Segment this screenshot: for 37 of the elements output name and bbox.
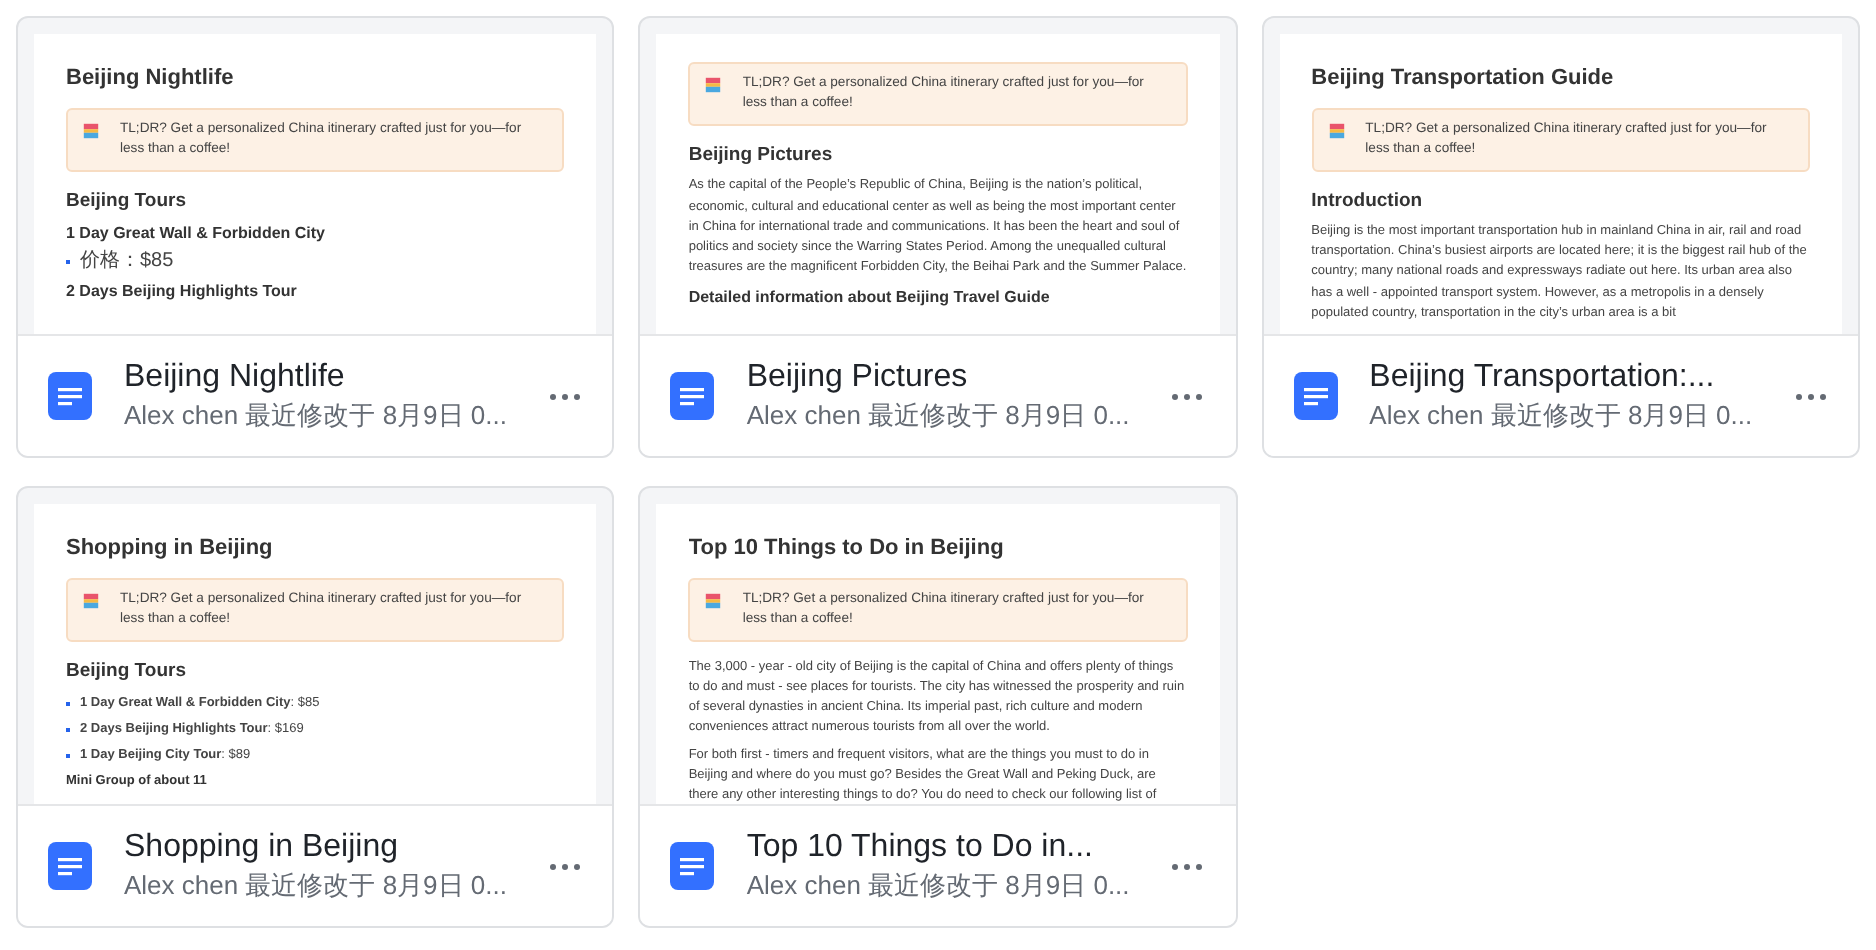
colorful-icon — [1327, 121, 1346, 139]
document-icon — [48, 372, 92, 420]
document-title: Beijing Nightlife — [124, 358, 347, 398]
section-heading: Beijing Pictures — [688, 142, 835, 170]
colorful-icon — [82, 121, 100, 139]
document-meta: Alex chen 最近修改于 8月9日 0... — [124, 868, 509, 904]
subheading: 1 Day Great Wall & Forbidden City — [66, 221, 328, 246]
document-title: Beijing Pictures — [746, 358, 970, 398]
document-title: Beijing Transportation:... — [1369, 358, 1717, 398]
section-heading: Beijing Tours — [66, 657, 188, 685]
document-icon — [670, 842, 715, 890]
section-heading: Beijing Tours — [66, 187, 188, 215]
document-card[interactable] — [638, 16, 1238, 458]
document-title: Shopping in Beijing — [124, 828, 400, 868]
document-card[interactable] — [16, 486, 615, 928]
list-item: 价格：$85 — [80, 249, 174, 274]
document-card[interactable] — [638, 486, 1238, 928]
document-title: Shopping in Beijing — [66, 534, 275, 564]
document-icon — [48, 842, 92, 890]
document-meta: Alex chen 最近修改于 8月9日 0... — [124, 398, 509, 434]
colorful-icon — [704, 76, 723, 94]
document-meta: Alex chen 最近修改于 8月9日 0... — [746, 868, 1132, 904]
document-title: Top 10 Things to Do in Beijing — [688, 534, 1006, 564]
document-meta: Alex chen 最近修改于 8月9日 0... — [1369, 398, 1755, 434]
document-icon — [670, 372, 715, 420]
document-card[interactable] — [1261, 16, 1860, 458]
document-title: Beijing Nightlife — [66, 64, 236, 94]
document-meta: Alex chen 最近修改于 8月9日 0... — [746, 398, 1132, 434]
document-title: Top 10 Things to Do in... — [746, 828, 1095, 868]
colorful-icon — [82, 591, 100, 609]
subheading: 2 Days Beijing Highlights Tour — [66, 279, 299, 304]
subheading: Detailed information about Beijing Travel Guide — [688, 285, 1052, 310]
document-icon — [1293, 372, 1338, 420]
document-title: Beijing Transportation Guide — [1311, 64, 1616, 94]
colorful-icon — [704, 591, 723, 609]
section-heading: Introduction — [1311, 187, 1425, 215]
document-card[interactable] — [16, 16, 615, 458]
